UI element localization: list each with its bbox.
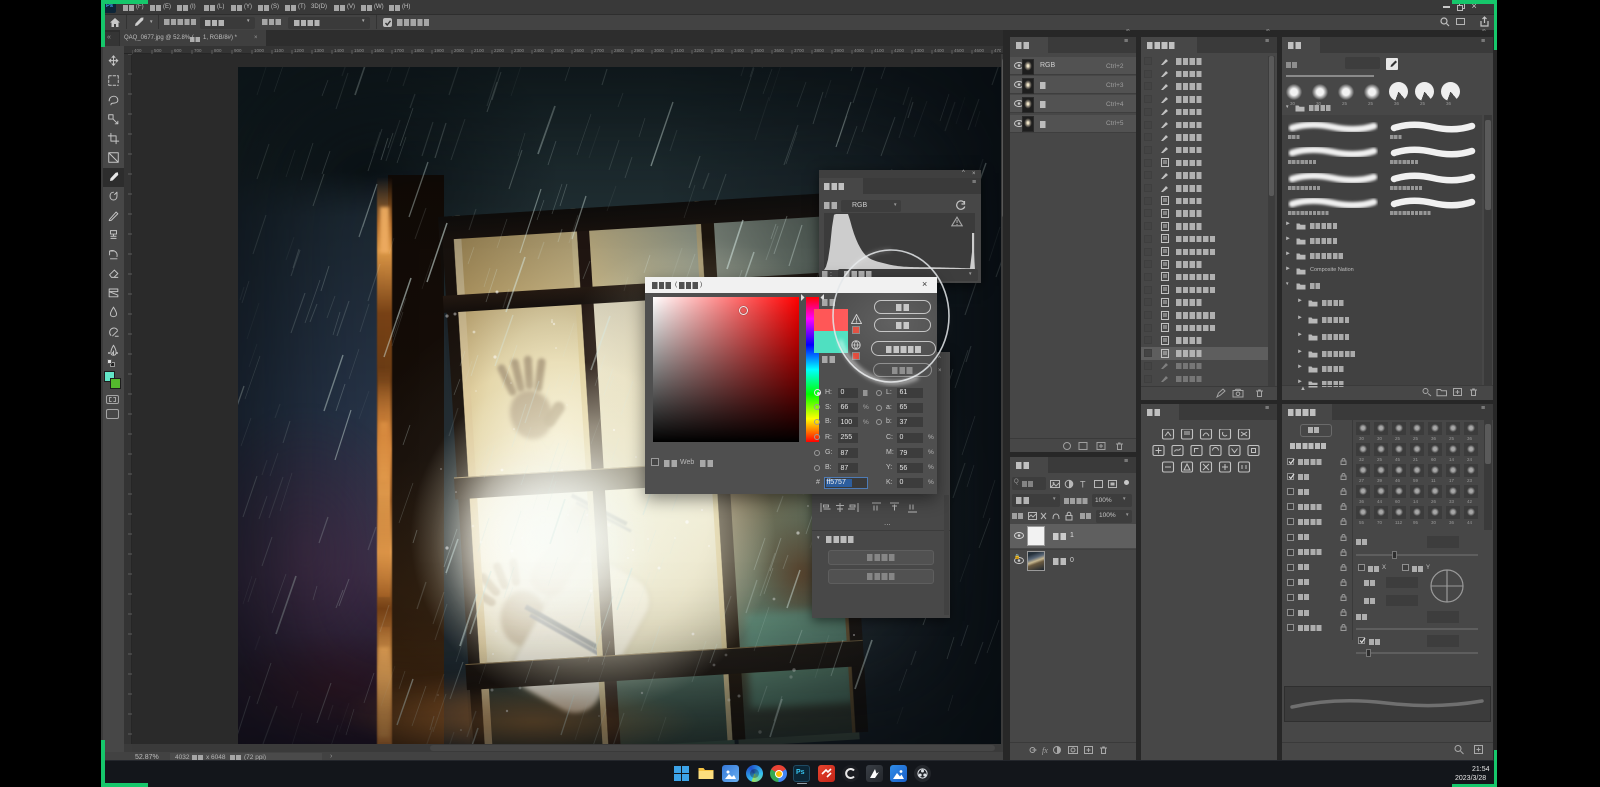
svg-text:3000: 3000 xyxy=(654,48,665,53)
svg-text:2400: 2400 xyxy=(534,48,545,53)
svg-text:3200: 3200 xyxy=(694,48,705,53)
svg-text:4100: 4100 xyxy=(874,48,885,53)
svg-text:1900: 1900 xyxy=(434,48,445,53)
svg-text:fx: fx xyxy=(1042,746,1048,755)
svg-text:2800: 2800 xyxy=(614,48,625,53)
svg-text:2600: 2600 xyxy=(574,48,585,53)
svg-text:3900: 3900 xyxy=(834,48,845,53)
svg-text:3600: 3600 xyxy=(774,48,785,53)
svg-text:3400: 3400 xyxy=(734,48,745,53)
svg-text:2000: 2000 xyxy=(454,48,465,53)
svg-text:1800: 1800 xyxy=(414,48,425,53)
svg-text:500: 500 xyxy=(154,48,162,53)
svg-text:1400: 1400 xyxy=(334,48,345,53)
svg-text:1000: 1000 xyxy=(254,48,265,53)
svg-text:1500: 1500 xyxy=(354,48,365,53)
svg-text:1600: 1600 xyxy=(374,48,385,53)
svg-text:2100: 2100 xyxy=(474,48,485,53)
svg-text:1300: 1300 xyxy=(314,48,325,53)
svg-text:3700: 3700 xyxy=(794,48,805,53)
svg-text:4200: 4200 xyxy=(894,48,905,53)
svg-text:400: 400 xyxy=(134,48,142,53)
svg-text:2900: 2900 xyxy=(634,48,645,53)
svg-text:1100: 1100 xyxy=(274,48,284,53)
svg-text:800: 800 xyxy=(214,48,222,53)
svg-text:3500: 3500 xyxy=(754,48,765,53)
svg-text:4300: 4300 xyxy=(914,48,925,53)
svg-text:2500: 2500 xyxy=(554,48,565,53)
svg-text:1200: 1200 xyxy=(294,48,305,53)
svg-text:4700: 4700 xyxy=(994,48,1001,53)
svg-text:2300: 2300 xyxy=(514,48,525,53)
svg-text:2200: 2200 xyxy=(494,48,505,53)
svg-text:3300: 3300 xyxy=(714,48,725,53)
svg-text:3100: 3100 xyxy=(674,48,685,53)
svg-text:700: 700 xyxy=(194,48,202,53)
svg-text:3800: 3800 xyxy=(814,48,825,53)
svg-text:4600: 4600 xyxy=(974,48,985,53)
svg-text:4500: 4500 xyxy=(954,48,965,53)
svg-text:4000: 4000 xyxy=(854,48,865,53)
svg-text:900: 900 xyxy=(234,48,242,53)
svg-text:1700: 1700 xyxy=(394,48,405,53)
svg-text:T: T xyxy=(1080,480,1086,490)
svg-text:600: 600 xyxy=(174,48,182,53)
svg-text:4400: 4400 xyxy=(934,48,945,53)
svg-text:2700: 2700 xyxy=(594,48,605,53)
